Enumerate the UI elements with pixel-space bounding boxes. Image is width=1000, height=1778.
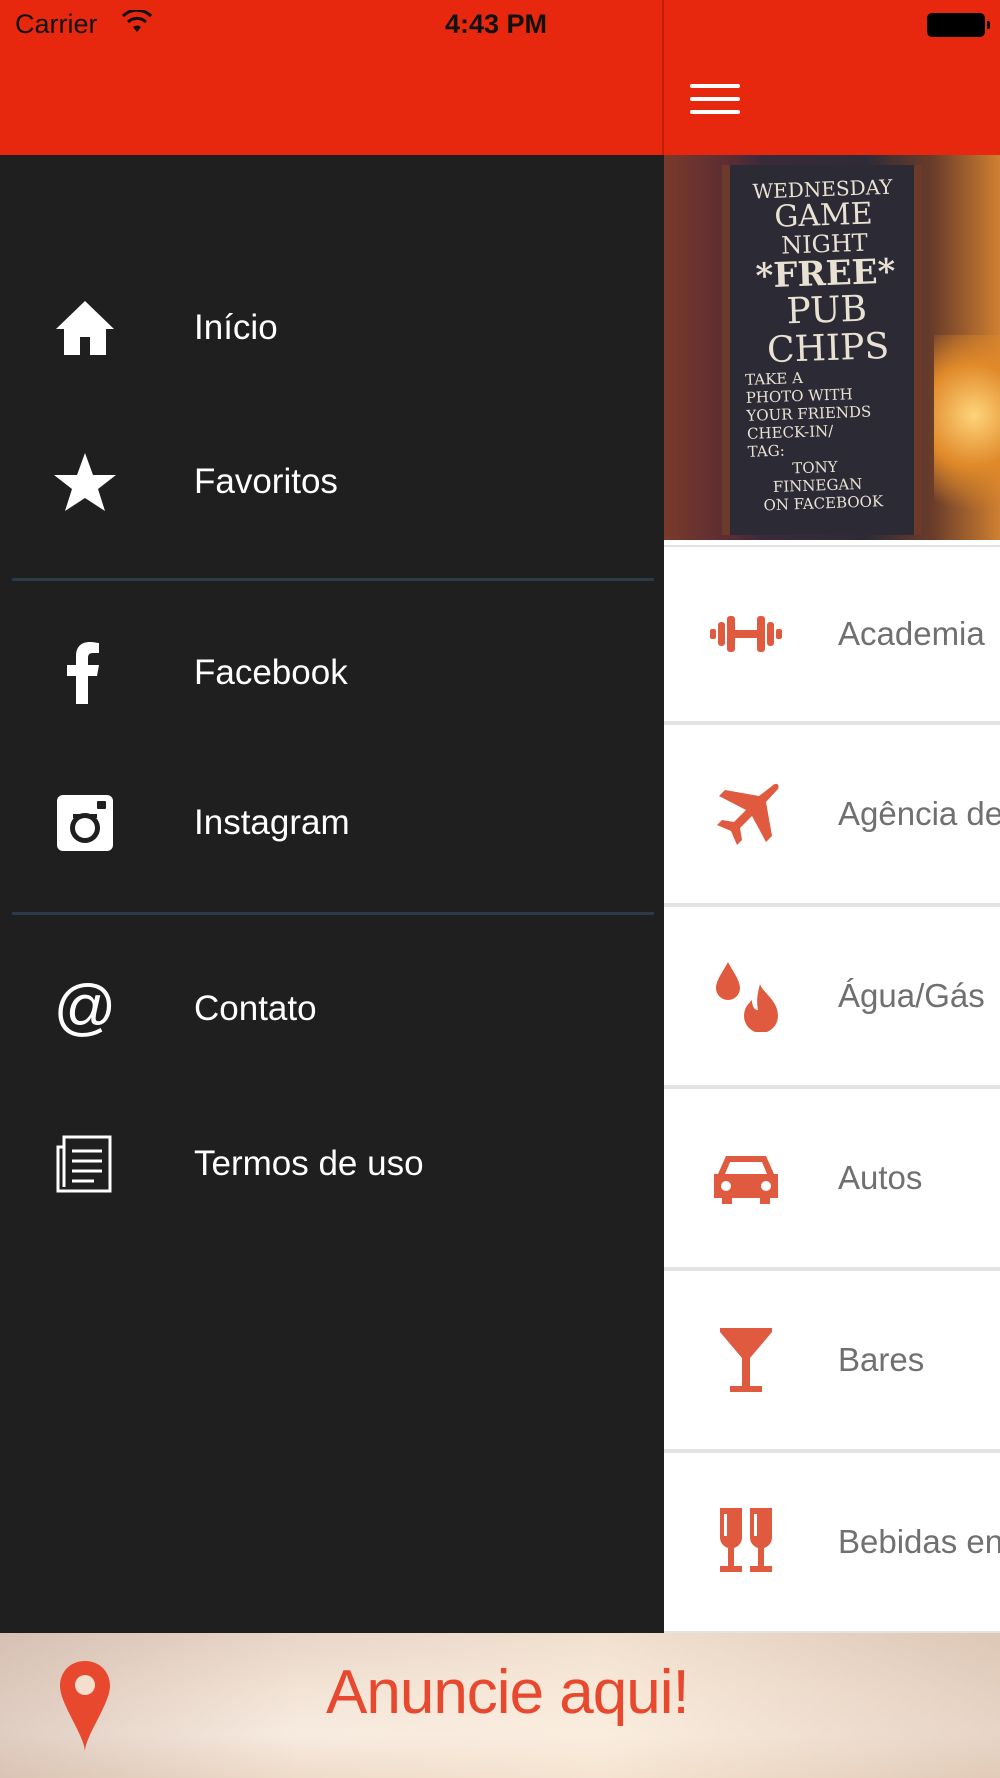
car-icon bbox=[714, 1156, 778, 1204]
chalkboard: WEDNESDAY GAME NIGHT *FREE* PUB CHIPS TA… bbox=[722, 165, 922, 535]
dumbbell-icon bbox=[710, 616, 782, 652]
at-sign-icon: @ bbox=[54, 978, 116, 1040]
drawer-item-favoritos[interactable]: Favoritos bbox=[0, 407, 664, 557]
cocktail-icon bbox=[720, 1328, 772, 1392]
category-label: Autos bbox=[838, 1159, 923, 1196]
hamburger-menu-icon[interactable] bbox=[690, 80, 740, 120]
category-item-bebidas[interactable]: Bebidas en bbox=[664, 1453, 1000, 1633]
drawer-item-label: Início bbox=[194, 308, 278, 347]
category-label: Bares bbox=[838, 1341, 925, 1378]
category-item-agua-gas[interactable]: Água/Gás bbox=[664, 907, 1000, 1089]
category-label: Academia bbox=[838, 615, 985, 652]
drawer-item-label: Facebook bbox=[194, 653, 348, 692]
drawer-item-facebook[interactable]: Facebook bbox=[0, 598, 664, 748]
category-label: Água/Gás bbox=[838, 977, 985, 1014]
water-fire-icon bbox=[716, 962, 778, 1032]
drawer-item-contato[interactable]: @ Contato bbox=[0, 934, 664, 1084]
instagram-icon bbox=[57, 795, 113, 851]
drawer-divider bbox=[12, 578, 654, 581]
drawer-item-label: Favoritos bbox=[194, 462, 338, 501]
category-item-autos[interactable]: Autos bbox=[664, 1089, 1000, 1271]
category-list: Academia Agência de Água/Gás Autos Bares… bbox=[664, 545, 1000, 1633]
drawer-header: Carrier 4:43 PM bbox=[0, 0, 664, 155]
drawer-item-termos[interactable]: Termos de uso bbox=[0, 1089, 664, 1239]
status-time: 4:43 PM bbox=[445, 9, 548, 39]
facebook-icon bbox=[67, 642, 99, 704]
drawer-item-label: Termos de uso bbox=[194, 1144, 424, 1183]
chalk-line: CHIPS bbox=[766, 326, 890, 372]
drawer-item-instagram[interactable]: Instagram bbox=[0, 748, 664, 898]
svg-text:@: @ bbox=[54, 978, 116, 1040]
document-icon bbox=[56, 1135, 112, 1193]
chalk-line: *FREE* bbox=[754, 251, 897, 297]
category-item-academia[interactable]: Academia bbox=[664, 545, 1000, 725]
drawer-divider bbox=[12, 912, 654, 915]
wifi-icon bbox=[122, 10, 152, 32]
battery-icon bbox=[927, 13, 990, 37]
category-item-agencia[interactable]: Agência de bbox=[664, 725, 1000, 907]
drawer-item-label: Instagram bbox=[194, 803, 350, 842]
airplane-icon bbox=[717, 783, 779, 845]
category-item-bares[interactable]: Bares bbox=[664, 1271, 1000, 1453]
champagne-glasses-icon bbox=[720, 1508, 772, 1572]
drawer-item-inicio[interactable]: Início bbox=[0, 253, 664, 403]
ad-banner[interactable]: Anuncie aqui! bbox=[0, 1633, 1000, 1778]
location-pin-icon bbox=[60, 1661, 110, 1752]
main-header bbox=[664, 0, 1000, 155]
navigation-drawer: Carrier 4:43 PM Início Favoritos Faceboo… bbox=[0, 0, 664, 1633]
ad-text: Anuncie aqui! bbox=[326, 1658, 690, 1727]
drawer-item-label: Contato bbox=[194, 989, 317, 1028]
home-icon bbox=[56, 301, 114, 355]
category-label: Bebidas en bbox=[838, 1523, 1000, 1560]
main-content: WEDNESDAY GAME NIGHT *FREE* PUB CHIPS TA… bbox=[664, 0, 1000, 1633]
banner-photo: WEDNESDAY GAME NIGHT *FREE* PUB CHIPS TA… bbox=[664, 155, 1000, 540]
carrier-label: Carrier bbox=[15, 9, 98, 39]
category-label: Agência de bbox=[838, 795, 1000, 832]
star-icon bbox=[54, 453, 116, 511]
